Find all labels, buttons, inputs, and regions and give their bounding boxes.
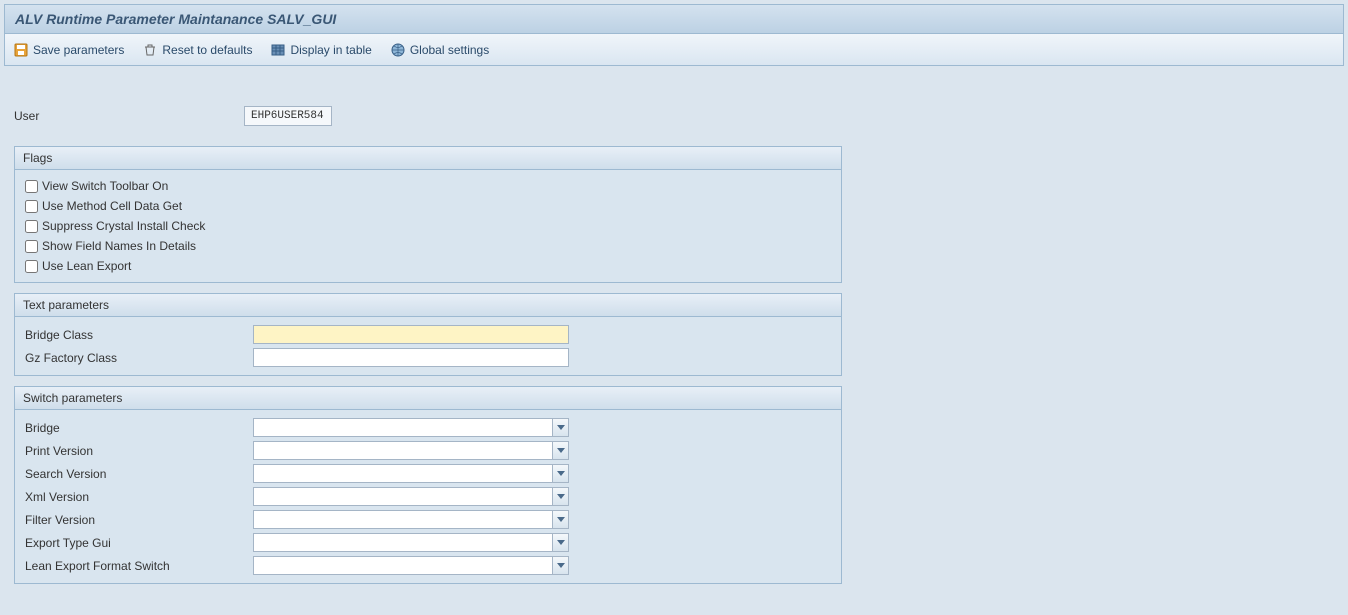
page-title: ALV Runtime Parameter Maintanance SALV_G…	[15, 11, 1333, 27]
global-settings-button[interactable]: Global settings	[390, 42, 489, 58]
bridge-class-row: Bridge Class	[25, 323, 831, 346]
bridge-class-label: Bridge Class	[25, 328, 253, 342]
flag-label-3: Show Field Names In Details	[42, 239, 196, 253]
global-label: Global settings	[410, 43, 489, 57]
print-version-label: Print Version	[25, 444, 253, 458]
flag-use-method-cell: Use Method Cell Data Get	[25, 196, 831, 216]
search-version-label: Search Version	[25, 467, 253, 481]
flag-show-field-names: Show Field Names In Details	[25, 236, 831, 256]
globe-icon	[390, 42, 406, 58]
bridge-class-input[interactable]	[253, 325, 569, 344]
filter-version-row: Filter Version	[25, 508, 831, 531]
export-type-gui-select[interactable]	[253, 533, 569, 552]
flag-checkbox-1[interactable]	[25, 200, 38, 213]
filter-version-label: Filter Version	[25, 513, 253, 527]
bridge-select-wrap	[253, 418, 569, 437]
filter-version-select[interactable]	[253, 510, 569, 529]
gz-factory-class-row: Gz Factory Class	[25, 346, 831, 369]
content-area: User EHP6USER584 Flags View Switch Toolb…	[0, 66, 1348, 584]
bridge-label: Bridge	[25, 421, 253, 435]
gz-factory-class-label: Gz Factory Class	[25, 351, 253, 365]
save-icon	[13, 42, 29, 58]
export-type-gui-row: Export Type Gui	[25, 531, 831, 554]
lean-export-format-select-wrap	[253, 556, 569, 575]
bridge-row: Bridge	[25, 416, 831, 439]
flag-use-lean-export: Use Lean Export	[25, 256, 831, 276]
flags-group: Flags View Switch Toolbar On Use Method …	[14, 146, 842, 283]
flag-checkbox-2[interactable]	[25, 220, 38, 233]
filter-version-select-wrap	[253, 510, 569, 529]
lean-export-format-row: Lean Export Format Switch	[25, 554, 831, 577]
switch-params-group: Switch parameters Bridge Print Version S…	[14, 386, 842, 584]
xml-version-select-wrap	[253, 487, 569, 506]
switch-params-body: Bridge Print Version Search Version	[15, 410, 841, 583]
bridge-select[interactable]	[253, 418, 569, 437]
table-icon	[270, 42, 286, 58]
flags-header: Flags	[15, 147, 841, 170]
switch-params-header: Switch parameters	[15, 387, 841, 410]
search-version-row: Search Version	[25, 462, 831, 485]
display-label: Display in table	[290, 43, 371, 57]
trash-icon	[142, 42, 158, 58]
user-row: User EHP6USER584	[14, 106, 1338, 126]
flag-label-0: View Switch Toolbar On	[42, 179, 168, 193]
xml-version-label: Xml Version	[25, 490, 253, 504]
print-version-select-wrap	[253, 441, 569, 460]
flag-view-switch-toolbar: View Switch Toolbar On	[25, 176, 831, 196]
user-value: EHP6USER584	[244, 106, 332, 126]
lean-export-format-select[interactable]	[253, 556, 569, 575]
user-label: User	[14, 109, 244, 123]
text-params-header: Text parameters	[15, 294, 841, 317]
text-params-group: Text parameters Bridge Class Gz Factory …	[14, 293, 842, 376]
save-parameters-button[interactable]: Save parameters	[13, 42, 124, 58]
flag-suppress-crystal: Suppress Crystal Install Check	[25, 216, 831, 236]
search-version-select[interactable]	[253, 464, 569, 483]
search-version-select-wrap	[253, 464, 569, 483]
toolbar: Save parameters Reset to defaults Displa…	[4, 34, 1344, 66]
flag-label-2: Suppress Crystal Install Check	[42, 219, 205, 233]
save-label: Save parameters	[33, 43, 124, 57]
reset-defaults-button[interactable]: Reset to defaults	[142, 42, 252, 58]
display-table-button[interactable]: Display in table	[270, 42, 371, 58]
export-type-gui-label: Export Type Gui	[25, 536, 253, 550]
lean-export-format-label: Lean Export Format Switch	[25, 559, 253, 573]
flags-body: View Switch Toolbar On Use Method Cell D…	[15, 170, 841, 282]
print-version-select[interactable]	[253, 441, 569, 460]
xml-version-select[interactable]	[253, 487, 569, 506]
print-version-row: Print Version	[25, 439, 831, 462]
xml-version-row: Xml Version	[25, 485, 831, 508]
flag-checkbox-4[interactable]	[25, 260, 38, 273]
title-bar: ALV Runtime Parameter Maintanance SALV_G…	[4, 4, 1344, 34]
flag-checkbox-0[interactable]	[25, 180, 38, 193]
export-type-gui-select-wrap	[253, 533, 569, 552]
flag-label-4: Use Lean Export	[42, 259, 131, 273]
text-params-body: Bridge Class Gz Factory Class	[15, 317, 841, 375]
gz-factory-class-input[interactable]	[253, 348, 569, 367]
flag-label-1: Use Method Cell Data Get	[42, 199, 182, 213]
reset-label: Reset to defaults	[162, 43, 252, 57]
flag-checkbox-3[interactable]	[25, 240, 38, 253]
